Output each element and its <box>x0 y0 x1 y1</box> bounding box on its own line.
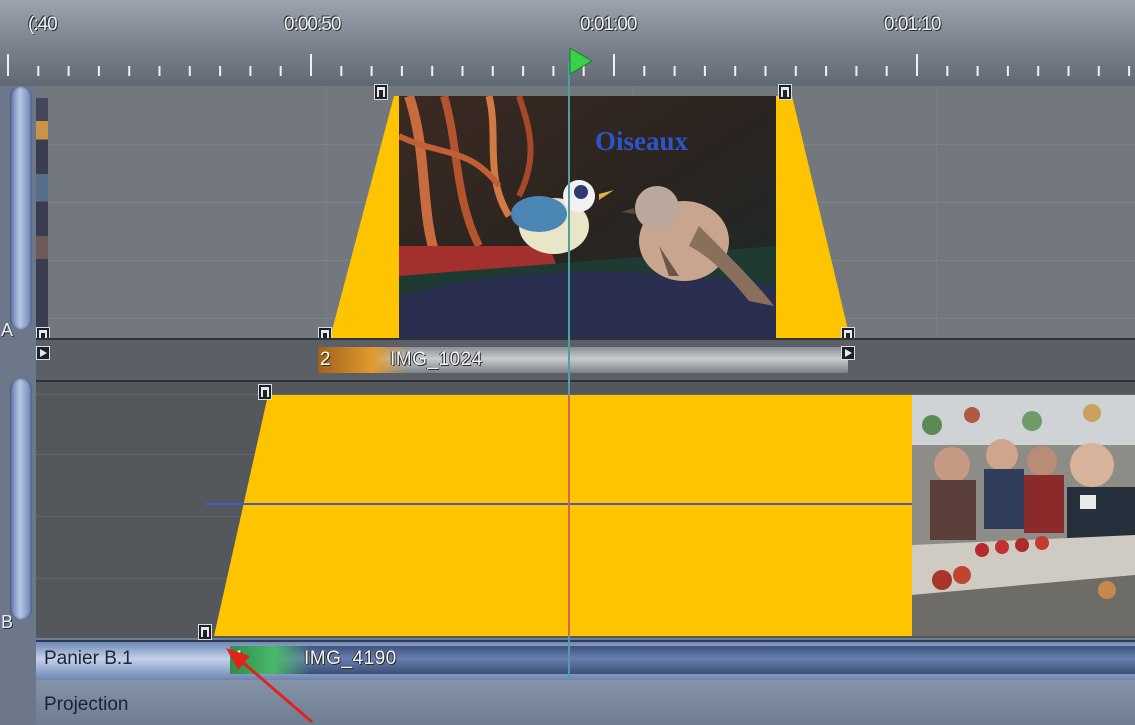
annotation-arrow-icon <box>226 648 313 724</box>
timeline-editor: (:40 0:00:50 0:01:00 0:01:10 Oiseaux 2 I… <box>0 0 1135 725</box>
